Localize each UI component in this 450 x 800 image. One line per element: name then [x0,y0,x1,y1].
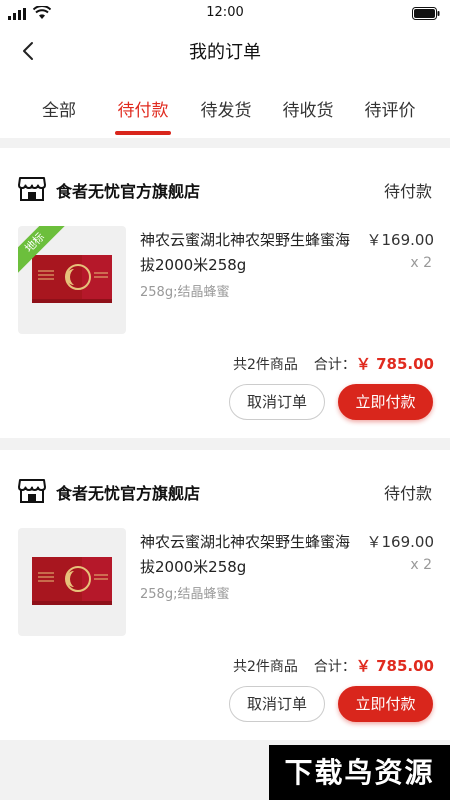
total-label: 合计： [313,659,356,675]
cancel-order-button[interactable]: 取消订单 [229,686,325,722]
cancel-order-button[interactable]: 取消订单 [229,384,325,420]
product-spec: 258g;结晶蜂蜜 [140,587,230,602]
product-price: ￥169.00 [366,533,435,551]
product-image[interactable] [18,528,126,636]
product-quantity: x 2 [410,557,432,573]
nav-bar: 我的订单 [0,26,450,76]
product-title[interactable]: 神农云蜜湖北神农架野生蜂蜜海拔2000米258g [140,530,355,580]
item-count: 共2件商品 [232,659,298,675]
watermark-logo: 下载鸟资源 [269,745,450,800]
tab-pending-review[interactable]: 待评价 [355,96,425,121]
item-count: 共2件商品 [232,357,298,373]
order-status: 待付款 [383,484,432,503]
tab-all[interactable]: 全部 [24,96,94,121]
store-icon [18,177,46,201]
pay-now-button[interactable]: 立即付款 [338,384,433,420]
store-name[interactable]: 食者无忧官方旗舰店 [56,480,200,504]
product-spec: 258g;结晶蜂蜜 [140,285,230,300]
store-name[interactable]: 食者无忧官方旗舰店 [56,178,200,202]
order-tabs: 全部 待付款 待发货 待收货 待评价 [0,76,450,138]
status-bar: 12:00 [0,0,450,26]
product-title[interactable]: 神农云蜜湖北神农架野生蜂蜜海拔2000米258g [140,228,355,278]
pay-now-button[interactable]: 立即付款 [338,686,433,722]
status-time: 12:00 [206,5,244,20]
store-icon [18,479,46,503]
order-summary: 共2件商品 合计：￥ 785.00 [233,655,434,676]
tab-pending-payment[interactable]: 待付款 [108,96,178,121]
tab-pending-shipment[interactable]: 待发货 [191,96,261,121]
total-value: ￥ 785.00 [355,657,434,675]
battery-icon [412,7,440,20]
active-tab-indicator [115,131,171,135]
order-card: 食者无忧官方旗舰店 待付款 神农云蜜湖北神农架野生蜂蜜海拔2000米258g 2… [0,450,450,740]
tab-pending-receipt[interactable]: 待收货 [273,96,343,121]
honey-gift-box-image [32,255,112,303]
product-price: ￥169.00 [366,231,435,249]
order-summary: 共2件商品 合计：￥ 785.00 [233,353,434,374]
total-value: ￥ 785.00 [355,355,434,373]
product-quantity: x 2 [410,255,432,271]
page-title: 我的订单 [189,42,261,63]
honey-gift-box-image [32,557,112,605]
product-image[interactable]: 地标 [18,226,126,334]
order-status: 待付款 [383,182,432,201]
order-card: 食者无忧官方旗舰店 待付款 地标 神农云蜜湖北神农架野生蜂蜜海拔2000米258… [0,148,450,438]
total-label: 合计： [313,357,356,373]
